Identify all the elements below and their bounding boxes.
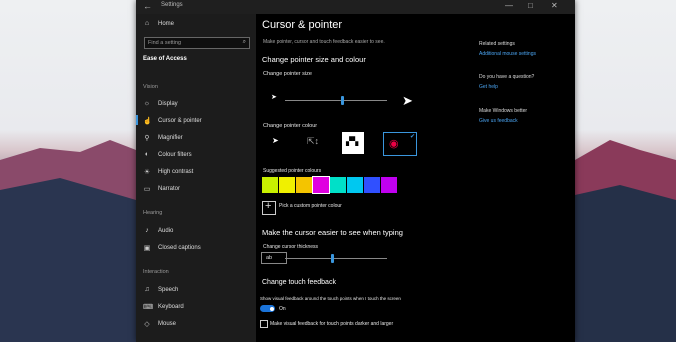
- sidebar-item-label: Mouse: [158, 321, 177, 327]
- pointer-colour-label: Change pointer colour: [263, 123, 318, 129]
- give-feedback-link[interactable]: Give us feedback: [479, 118, 518, 124]
- colour-swatch[interactable]: [364, 177, 380, 193]
- add-colour-button[interactable]: [262, 200, 276, 215]
- colour-swatch[interactable]: [279, 177, 295, 193]
- section-heading-cursor: Make the cursor easier to see when typin…: [262, 228, 403, 237]
- sidebar-item-label: Closed captions: [158, 245, 201, 251]
- sidebar-item-label: Audio: [158, 227, 174, 234]
- sidebar-item-colour-filters[interactable]: ◐ Colour filters: [143, 151, 192, 158]
- pointer-colour-white-option[interactable]: ➤: [266, 132, 288, 154]
- maximize-button[interactable]: □: [528, 1, 533, 10]
- sidebar-item-label: Display: [158, 100, 178, 107]
- sidebar-item-label: Narrator: [158, 186, 181, 192]
- sidebar-item-label: Magnifier: [158, 135, 183, 141]
- search-icon: ⌕: [242, 39, 246, 45]
- page-title: Cursor & pointer: [262, 19, 343, 31]
- touch-feedback-label: Show visual feedback around the touch po…: [260, 296, 401, 301]
- pointer-icon: ☝: [143, 118, 152, 125]
- sidebar-item-magnifier[interactable]: ⚲ Magnifier: [143, 134, 183, 142]
- white-pointer-icon: ➤: [272, 136, 279, 145]
- pointer-colour-inverted-option[interactable]: ▞▚: [342, 132, 364, 154]
- display-icon: ☼: [143, 100, 151, 107]
- related-settings-heading: Related settings: [479, 41, 515, 47]
- sidebar-item-label: Home: [158, 20, 175, 27]
- get-help-link[interactable]: Get help: [479, 84, 498, 90]
- cursor-thickness-label: Change cursor thickness: [263, 244, 319, 250]
- sidebar-item-label: Colour filters: [158, 151, 192, 158]
- section-heading-interaction: Interaction: [143, 269, 169, 275]
- cursor-thickness-thumb[interactable]: [330, 254, 334, 263]
- sidebar-item-mouse[interactable]: ◇ Mouse: [143, 320, 176, 328]
- toggle-state-label: On: [279, 306, 286, 312]
- sidebar-item-closed-captions[interactable]: ▣ Closed captions: [143, 244, 201, 252]
- section-heading-touch: Change touch feedback: [262, 279, 336, 286]
- additional-mouse-settings-link[interactable]: Additional mouse settings: [479, 51, 536, 57]
- sidebar-item-speech[interactable]: ♫ Speech: [143, 286, 178, 293]
- colour-swatch[interactable]: [262, 177, 278, 193]
- sidebar-item-narrator[interactable]: ▭ Narrator: [143, 185, 180, 193]
- colour-swatch[interactable]: [381, 177, 397, 193]
- large-pointer-icon: ➤: [402, 93, 413, 108]
- sidebar-item-display[interactable]: ☼ Display: [143, 100, 178, 107]
- colour-wheel-icon: ◉: [389, 138, 399, 150]
- darker-feedback-checkbox[interactable]: [260, 320, 268, 328]
- contrast-icon: ☀: [143, 169, 151, 176]
- back-button[interactable]: ←: [143, 1, 152, 11]
- pointer-colour-black-option[interactable]: ⇱↕: [304, 132, 326, 154]
- microphone-icon: ♫: [144, 286, 150, 293]
- sidebar-item-label: Cursor & pointer: [158, 118, 202, 124]
- home-icon: ⌂: [144, 20, 150, 27]
- pointer-size-thumb[interactable]: [341, 96, 345, 105]
- sidebar-item-audio[interactable]: ♪ Audio: [143, 227, 173, 234]
- pointer-size-label: Change pointer size: [263, 71, 312, 77]
- narrator-icon: ▭: [143, 186, 151, 193]
- colour-swatch[interactable]: [296, 177, 312, 193]
- inverted-pointer-icon: ▞▚: [346, 137, 359, 146]
- touch-feedback-toggle[interactable]: [260, 305, 275, 312]
- question-heading: Do you have a question?: [479, 74, 535, 80]
- settings-window: ← Settings — □ ✕ ⌂ Home Find a setting ⌕…: [136, 0, 575, 342]
- pointer-size-slider[interactable]: [285, 100, 387, 101]
- checkmark-icon: ✔: [409, 134, 415, 140]
- colour-swatch[interactable]: [347, 177, 363, 193]
- colour-filters-icon: ◐: [144, 151, 150, 158]
- colour-swatch[interactable]: [330, 177, 346, 193]
- section-heading-hearing: Hearing: [143, 210, 163, 216]
- black-pointer-icon: ⇱↕: [307, 136, 320, 146]
- minimize-button[interactable]: —: [505, 1, 513, 10]
- section-heading-pointer: Change pointer size and colour: [262, 55, 366, 64]
- make-windows-better-heading: Make Windows better: [479, 108, 528, 114]
- colour-swatch[interactable]: [312, 176, 330, 194]
- sidebar-item-label: Speech: [158, 286, 179, 293]
- sidebar-item-label: Keyboard: [158, 304, 184, 310]
- mouse-icon: ◇: [144, 321, 150, 328]
- sidebar-item-high-contrast[interactable]: ☀ High contrast: [143, 168, 194, 176]
- page-subtitle: Make pointer, cursor and touch feedback …: [263, 39, 385, 45]
- sidebar-item-keyboard[interactable]: ⌨ Keyboard: [143, 303, 184, 311]
- pointer-colour-custom-option[interactable]: ◉ ✔: [383, 132, 417, 156]
- section-heading-vision: Vision: [143, 84, 158, 90]
- speaker-icon: ♪: [145, 227, 149, 234]
- cursor-thickness-preview: ab: [261, 252, 287, 264]
- sidebar-item-home[interactable]: ⌂ Home: [143, 20, 174, 27]
- sidebar-item-cursor-pointer[interactable]: ☝ Cursor & pointer: [136, 115, 202, 125]
- captions-icon: ▣: [143, 245, 151, 252]
- window-title: Settings: [161, 2, 183, 8]
- darker-feedback-label: Make visual feedback for touch points da…: [270, 321, 394, 327]
- close-button[interactable]: ✕: [551, 1, 558, 10]
- keyboard-icon: ⌨: [143, 304, 154, 311]
- sidebar-item-label: High contrast: [158, 169, 194, 175]
- magnifier-icon: ⚲: [144, 135, 150, 142]
- cursor-thickness-slider[interactable]: [285, 258, 387, 259]
- title-bar: ← Settings — □ ✕: [136, 0, 575, 14]
- custom-colour-label[interactable]: Pick a custom pointer colour: [279, 203, 342, 209]
- search-input[interactable]: Find a setting ⌕: [144, 37, 250, 49]
- category-title: Ease of Access: [143, 56, 187, 62]
- suggested-colours-label: Suggested pointer colours: [263, 168, 322, 174]
- small-pointer-icon: ➤: [271, 94, 277, 101]
- sidebar: ⌂ Home Find a setting ⌕ Ease of Access V…: [136, 14, 256, 342]
- search-placeholder: Find a setting: [148, 40, 182, 46]
